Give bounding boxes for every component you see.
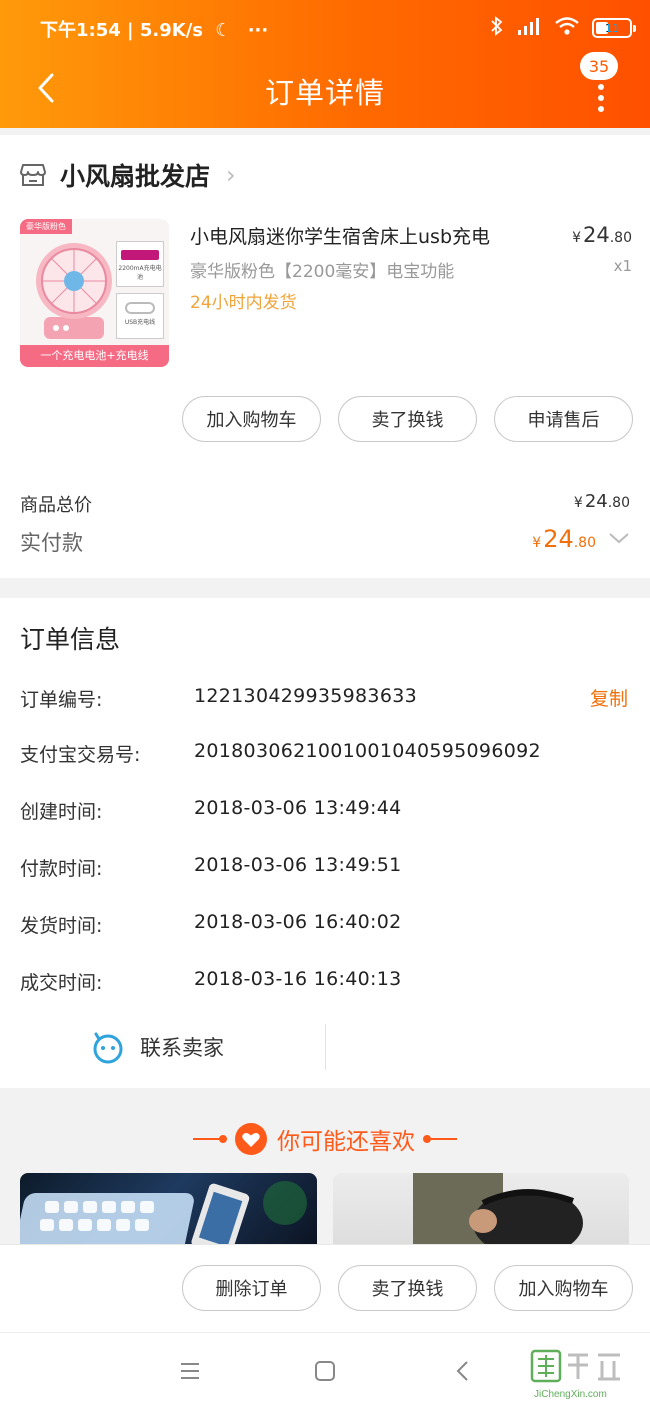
recommend-item-bag[interactable]: [333, 1173, 629, 1253]
product-spec: 豪华版粉色【2200毫安】电宝功能: [190, 262, 455, 282]
order-detail-page: 下午1:54 | 5.9K/s ☾ ··· 11 订单详情 35 小风扇批发店 …: [0, 0, 650, 1408]
message-count-badge: 35: [580, 52, 618, 80]
product-quantity: x1: [613, 257, 632, 275]
pink-fan-image: [36, 243, 112, 339]
decor-line-left: [193, 1135, 227, 1143]
paid-time-value: 2018-03-06 13:49:51: [194, 854, 402, 876]
page-title: 订单详情: [264, 76, 385, 110]
alipay-trade-label: 支付宝交易号:: [20, 744, 141, 766]
deal-time-value: 2018-03-16 16:40:13: [194, 968, 402, 990]
paid-time-label: 付款时间:: [20, 858, 103, 880]
expand-chevron-button[interactable]: [608, 527, 630, 549]
menu-nav-button[interactable]: [170, 1351, 210, 1391]
contact-seller-button[interactable]: 联系卖家: [90, 1030, 224, 1064]
product-price: ¥24.80: [572, 223, 632, 247]
shop-name: 小风扇批发店: [60, 162, 211, 191]
after-sales-button[interactable]: 申请售后: [494, 396, 633, 442]
shipped-time-label: 发货时间:: [20, 915, 103, 937]
resell-bottom-button[interactable]: 卖了换钱: [338, 1265, 477, 1311]
system-nav-bar: JiChengXin.com: [0, 1332, 650, 1408]
shop-link[interactable]: 小风扇批发店 ›: [20, 157, 236, 193]
total-price-value: ¥24.80: [573, 491, 630, 512]
cable-accessory-image: USB充电线: [116, 293, 164, 339]
home-nav-button[interactable]: [305, 1351, 345, 1391]
order-info-section: 订单信息 订单编号: 122130429935983633 复制 支付宝交易号:…: [0, 598, 650, 1088]
shipped-time-value: 2018-03-06 16:40:02: [194, 911, 402, 933]
delete-order-button[interactable]: 删除订单: [182, 1265, 321, 1311]
chevron-down-icon: [609, 533, 629, 544]
recommend-item-keyboard[interactable]: [20, 1173, 317, 1253]
svg-text:JiChengXin.com: JiChengXin.com: [534, 1389, 607, 1400]
more-status-icon: ···: [247, 20, 269, 41]
deal-time-label: 成交时间:: [20, 972, 103, 994]
battery-icon: 11: [592, 18, 636, 38]
total-price-label: 商品总价: [20, 495, 92, 516]
paid-amount-value: ¥24.80: [532, 525, 596, 553]
heart-icon: [235, 1123, 267, 1155]
divider: [325, 1024, 326, 1070]
shipping-note: 24小时内发货: [190, 293, 297, 313]
contact-seller-label: 联系卖家: [140, 1036, 224, 1060]
battery-accessory-image: 2200mA充电电池: [116, 241, 164, 287]
store-icon: [20, 164, 46, 186]
watermark-logo: JiChengXin.com: [530, 1349, 620, 1400]
status-text: 下午1:54 | 5.9K/s: [40, 20, 204, 41]
order-item-card: 小风扇批发店 › 豪华版粉色 2200mA充电电池 USB充电线 一个充电电池+…: [0, 135, 650, 578]
home-square-icon: [315, 1361, 335, 1381]
bag-image: [413, 1173, 583, 1253]
header-bar: 下午1:54 | 5.9K/s ☾ ··· 11 订单详情 35: [0, 0, 650, 128]
bottom-action-bar: 删除订单 卖了换钱 加入购物车: [0, 1244, 650, 1332]
status-bar-left: 下午1:54 | 5.9K/s ☾ ···: [40, 16, 268, 42]
add-to-cart-bottom-button[interactable]: 加入购物车: [494, 1265, 633, 1311]
copy-button[interactable]: 复制: [590, 684, 628, 711]
product-thumbnail[interactable]: 豪华版粉色 2200mA充电电池 USB充电线 一个充电电池+充电线: [20, 219, 169, 367]
back-nav-button[interactable]: [442, 1351, 482, 1391]
add-to-cart-button[interactable]: 加入购物车: [182, 396, 321, 442]
recommend-title: 你可能还喜欢: [277, 1129, 415, 1155]
product-name[interactable]: 小电风扇迷你学生宿舍床上usb充电: [190, 222, 490, 249]
thumbnail-tag: 豪华版粉色: [20, 219, 72, 234]
status-bar-right: 11: [490, 16, 636, 40]
alipay-trade-value: 2018030621001001040595096092: [194, 740, 541, 762]
triangle-back-icon: [456, 1361, 468, 1381]
decor-line-right: [423, 1135, 457, 1143]
order-number-value: 122130429935983633: [194, 685, 417, 707]
order-number-label: 订单编号:: [20, 689, 103, 711]
created-time-label: 创建时间:: [20, 801, 103, 823]
paid-amount-label: 实付款: [20, 531, 83, 555]
created-time-value: 2018-03-06 13:49:44: [194, 797, 402, 819]
chat-face-icon: [93, 1032, 123, 1064]
recommend-header: 你可能还喜欢: [0, 1122, 650, 1156]
bluetooth-icon: [490, 16, 504, 40]
chevron-right-icon: ›: [226, 161, 236, 189]
keyboard-image: [20, 1181, 307, 1253]
moon-icon: ☾: [215, 20, 232, 41]
thumbnail-caption: 一个充电电池+充电线: [20, 345, 169, 367]
menu-icon: [181, 1363, 199, 1379]
order-info-title: 订单信息: [20, 625, 121, 654]
signal-icon: [516, 16, 542, 40]
wifi-icon: [554, 16, 580, 40]
more-dots-icon: [598, 84, 604, 112]
more-menu-button[interactable]: 35: [580, 52, 636, 114]
resell-button[interactable]: 卖了换钱: [338, 396, 477, 442]
